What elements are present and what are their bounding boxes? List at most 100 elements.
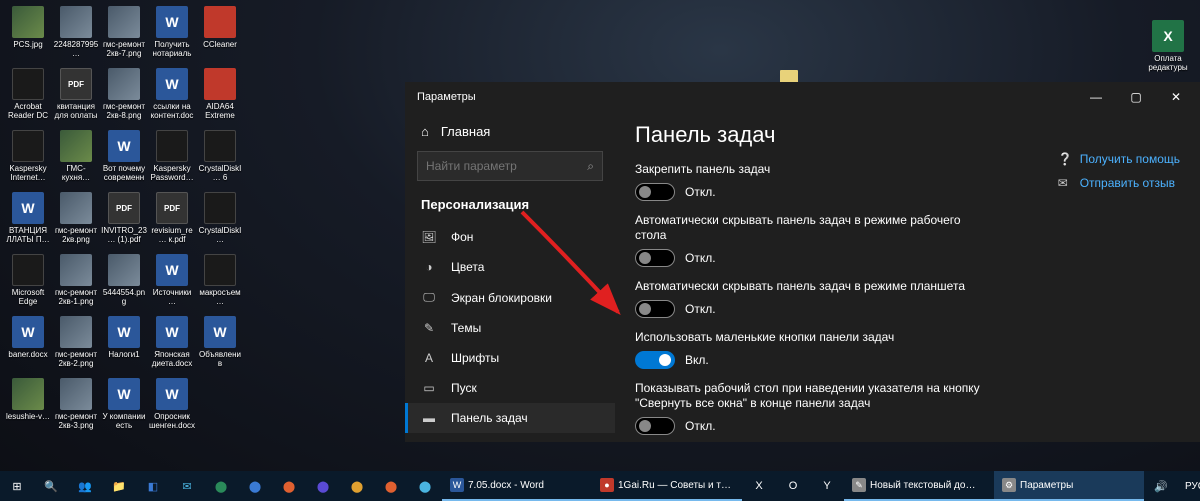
- desktop-icon[interactable]: Опросник шенген.docx: [149, 378, 195, 438]
- taskbar-task[interactable]: ⚙Параметры: [994, 471, 1144, 501]
- desktop-icon[interactable]: revisium_re… к.pdf: [149, 192, 195, 252]
- file-label: квитанция для оплаты пат…: [53, 102, 99, 120]
- taskbar-task[interactable]: W 7.05.docx - Word: [442, 471, 592, 501]
- sidebar-item-Экран блокировки[interactable]: 🖵Экран блокировки: [405, 282, 615, 313]
- desktop-icon[interactable]: 2248287995…: [53, 6, 99, 66]
- sidebar-item-Пуск[interactable]: ▭Пуск: [405, 373, 615, 403]
- setting-label: Использовать маленькие кнопки панели зад…: [635, 330, 995, 345]
- desktop-icon[interactable]: Acrobat Reader DC: [5, 68, 51, 128]
- toggle-switch[interactable]: [635, 351, 675, 369]
- quick-launch-item[interactable]: 🔍: [34, 471, 68, 501]
- desktop-icon[interactable]: PCS.jpg: [5, 6, 51, 66]
- quick-launch-item[interactable]: ⬤: [238, 471, 272, 501]
- tray-icon[interactable]: 🔊: [1144, 471, 1178, 501]
- desktop-icon[interactable]: гмс-ремонт 2кв-3.png: [53, 378, 99, 438]
- desktop-icon[interactable]: гмс-ремонт 2кв.png: [53, 192, 99, 252]
- sidebar-item-Шрифты[interactable]: AШрифты: [405, 343, 615, 373]
- file-label: 5444554.png: [101, 288, 147, 306]
- task-icon: W: [450, 478, 464, 492]
- file-icon: [12, 192, 44, 224]
- toggle-switch[interactable]: [635, 417, 675, 435]
- desktop-icon[interactable]: Вот почему современн…: [101, 130, 147, 190]
- desktop-icon[interactable]: Источники…: [149, 254, 195, 314]
- sidebar-item-Фон[interactable]: 🖼Фон: [405, 222, 615, 252]
- task-label: 7.05.docx - Word: [468, 480, 544, 491]
- desktop-icon[interactable]: гмс-ремонт 2кв-8.png: [101, 68, 147, 128]
- desktop-icon[interactable]: гмс-ремонт 2кв-7.png: [101, 6, 147, 66]
- app-icon: ⬤: [315, 478, 331, 494]
- desktop-icon[interactable]: Получить нотариаль…: [149, 6, 195, 66]
- desktop-icon[interactable]: Microsoft Edge: [5, 254, 51, 314]
- toggle-switch[interactable]: [635, 183, 675, 201]
- file-icon: [60, 6, 92, 38]
- taskbar-task[interactable]: ●1Gai.Ru — Советы и т…: [592, 471, 742, 501]
- taskbar-mini-icon[interactable]: Y: [810, 471, 844, 501]
- setting-label: Автоматически скрывать панель задач в ре…: [635, 279, 995, 294]
- quick-launch-item[interactable]: ⊞: [0, 471, 34, 501]
- desktop-icon[interactable]: гмс-ремонт 2кв-2.png: [53, 316, 99, 376]
- desktop-icon[interactable]: ВТАНЦИЯ ЛЛАТЫ П…: [5, 192, 51, 252]
- search-box[interactable]: ⌕: [417, 151, 603, 181]
- language-indicator[interactable]: РУС: [1178, 471, 1200, 501]
- toggle-switch[interactable]: [635, 249, 675, 267]
- file-label: гмс-ремонт 2кв-2.png: [53, 350, 99, 368]
- quick-launch-item[interactable]: ⬤: [374, 471, 408, 501]
- app-icon: 🔍: [43, 478, 59, 494]
- toggle-state: Откл.: [685, 251, 716, 265]
- maximize-button[interactable]: ▢: [1116, 82, 1156, 112]
- quick-launch-item[interactable]: ✉: [170, 471, 204, 501]
- app-icon: ⬤: [247, 478, 263, 494]
- sidebar-item-Темы[interactable]: ✎Темы: [405, 313, 615, 343]
- sidebar-item-Панель задач[interactable]: ▬Панель задач: [405, 403, 615, 433]
- home-link[interactable]: ⌂ Главная: [405, 118, 615, 145]
- desktop-icon[interactable]: CCleaner: [197, 6, 243, 66]
- file-icon: [204, 6, 236, 38]
- app-icon: Y: [819, 478, 835, 494]
- desktop-icon[interactable]: Kaspersky Password…: [149, 130, 195, 190]
- desktop-icon[interactable]: У компании есть неско…: [101, 378, 147, 438]
- taskbar-task[interactable]: ✎Новый текстовый до…: [844, 471, 994, 501]
- sidebar-label: Цвета: [451, 260, 484, 274]
- file-icon: [204, 192, 236, 224]
- quick-launch-item[interactable]: ⬤: [306, 471, 340, 501]
- close-button[interactable]: ✕: [1156, 82, 1196, 112]
- help-link[interactable]: ✉Отправить отзыв: [1058, 176, 1180, 190]
- home-label: Главная: [441, 124, 490, 139]
- quick-launch-item[interactable]: 👥: [68, 471, 102, 501]
- quick-launch-item[interactable]: ⬤: [340, 471, 374, 501]
- titlebar[interactable]: Параметры — ▢ ✕: [405, 82, 1200, 112]
- quick-launch-item[interactable]: ⬤: [204, 471, 238, 501]
- help-label: Получить помощь: [1080, 152, 1180, 166]
- desktop-icon[interactable]: Налоги1: [101, 316, 147, 376]
- sidebar-label: Шрифты: [451, 351, 499, 365]
- desktop-icon[interactable]: Японская диета.docx: [149, 316, 195, 376]
- desktop-icon[interactable]: CrystalDiskI…: [197, 192, 243, 252]
- desktop-icon[interactable]: 5444554.png: [101, 254, 147, 314]
- toggle-switch[interactable]: [635, 300, 675, 318]
- help-links: ❔Получить помощь ✉Отправить отзыв: [1058, 152, 1180, 190]
- taskbar-mini-icon[interactable]: X: [742, 471, 776, 501]
- taskbar-mini-icon[interactable]: O: [776, 471, 810, 501]
- minimize-button[interactable]: —: [1076, 82, 1116, 112]
- help-link[interactable]: ❔Получить помощь: [1058, 152, 1180, 166]
- search-input[interactable]: [426, 159, 587, 173]
- desktop-icon[interactable]: ссылки на контент.docx: [149, 68, 195, 128]
- desktop-icon[interactable]: Объявлени в подъезде…: [197, 316, 243, 376]
- desktop-icon[interactable]: Kaspersky Internet…: [5, 130, 51, 190]
- desktop-icon[interactable]: макросъем…: [197, 254, 243, 314]
- quick-launch-item[interactable]: ⬤: [408, 471, 442, 501]
- desktop-icon[interactable]: AIDA64 Extreme: [197, 68, 243, 128]
- desktop-icon[interactable]: ГМС-кухня…: [53, 130, 99, 190]
- file-label: revisium_re… к.pdf: [149, 226, 195, 244]
- desktop-icon[interactable]: квитанция для оплаты пат…: [53, 68, 99, 128]
- desktop-icon[interactable]: Оплата редактуры…: [1145, 20, 1191, 80]
- desktop-icon[interactable]: baner.docx: [5, 316, 51, 376]
- desktop-icon[interactable]: lesushie-v…: [5, 378, 51, 438]
- quick-launch-item[interactable]: ◧: [136, 471, 170, 501]
- sidebar-item-Цвета[interactable]: ◑Цвета: [405, 252, 615, 282]
- quick-launch-item[interactable]: ⬤: [272, 471, 306, 501]
- quick-launch-item[interactable]: 📁: [102, 471, 136, 501]
- desktop-icon[interactable]: CrystalDiskI… 6: [197, 130, 243, 190]
- desktop-icon[interactable]: гмс-ремонт 2кв-1.png: [53, 254, 99, 314]
- desktop-icon[interactable]: INVITRO_23… (1).pdf: [101, 192, 147, 252]
